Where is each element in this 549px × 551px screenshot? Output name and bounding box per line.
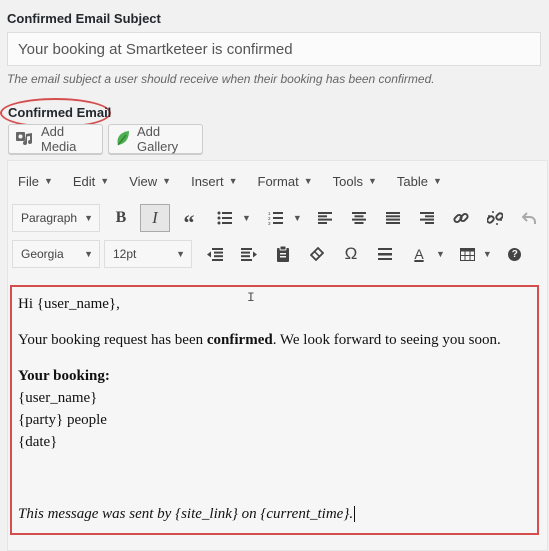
remove-link-button[interactable]: [480, 204, 510, 232]
subject-label: Confirmed Email Subject: [7, 11, 161, 26]
menu-format[interactable]: Format ▼: [248, 174, 323, 189]
clear-formatting-button[interactable]: [302, 240, 332, 268]
ibeam-cursor-icon: I: [247, 290, 255, 305]
bold-button[interactable]: B: [106, 204, 136, 232]
subject-input[interactable]: [7, 32, 541, 66]
help-button[interactable]: ?: [500, 240, 530, 268]
footer-line: This message was sent by {site_link} on …: [18, 506, 356, 522]
align-left-icon: [317, 212, 332, 224]
caret-down-icon: ▼: [162, 176, 172, 186]
add-media-button[interactable]: Add Media: [8, 124, 103, 154]
numbered-list-button[interactable]: 123: [261, 204, 291, 232]
align-center-button[interactable]: [344, 204, 374, 232]
table-icon: [460, 247, 476, 261]
caret-down-icon: ▼: [176, 249, 185, 259]
format-select[interactable]: Paragraph ▼: [12, 204, 100, 232]
special-character-button[interactable]: Ω: [336, 240, 366, 268]
caret-down-icon: ▼: [43, 176, 53, 186]
horizontal-line-button[interactable]: [370, 240, 400, 268]
text-color-icon: A: [414, 245, 424, 262]
undo-button[interactable]: [514, 204, 544, 232]
caret-down-icon: ▼: [228, 176, 238, 186]
eraser-icon: [310, 247, 324, 261]
leaf-icon: [115, 129, 131, 150]
outdent-icon: [207, 247, 223, 261]
subject-description: The email subject a user should receive …: [7, 72, 435, 86]
unlink-icon: [486, 211, 503, 225]
italic-button[interactable]: I: [140, 204, 170, 232]
caret-down-icon: ▼: [84, 213, 93, 223]
caret-down-icon: ▼: [432, 176, 442, 186]
caret-down-icon: ▼: [367, 176, 377, 186]
toolbar-row-1: Paragraph ▼ B I “ ▼ 123 ▼: [12, 203, 544, 235]
align-justify-icon: [385, 212, 400, 224]
greeting-line: Hi {user_name},: [18, 296, 120, 312]
caret-down-icon[interactable]: ▼: [436, 249, 445, 259]
toolbar-row-2: Georgia ▼ 12pt ▼ Ω A ▼ ▼ ?: [12, 239, 530, 269]
undo-icon: [521, 212, 536, 224]
menu-file[interactable]: File ▼: [8, 174, 63, 189]
quote-icon: “: [183, 210, 195, 235]
horizontal-line-icon: [378, 248, 392, 260]
align-right-icon: [419, 212, 434, 224]
add-media-label: Add Media: [41, 124, 77, 154]
field-user-name: {user_name}: [18, 390, 98, 406]
text-caret: [354, 506, 356, 522]
caret-down-icon: ▼: [303, 176, 313, 186]
paste-text-button[interactable]: [268, 240, 298, 268]
email-label: Confirmed Email: [8, 105, 112, 120]
add-gallery-label: Add Gallery: [137, 124, 179, 154]
font-family-select[interactable]: Georgia ▼: [12, 240, 100, 268]
align-center-icon: [351, 212, 366, 224]
menu-insert[interactable]: Insert ▼: [181, 174, 247, 189]
blockquote-button[interactable]: “: [174, 204, 204, 235]
caret-down-icon: ▼: [84, 249, 93, 259]
editor-menubar: File ▼ Edit ▼ View ▼ Insert ▼ Format ▼ Tools ▼…: [8, 166, 452, 196]
bullet-list-button[interactable]: [210, 204, 240, 232]
media-icon: [15, 129, 35, 150]
help-icon: ?: [508, 247, 522, 261]
insert-link-button[interactable]: [446, 204, 476, 232]
menu-tools[interactable]: Tools ▼: [323, 174, 387, 189]
caret-down-icon[interactable]: ▼: [483, 249, 492, 259]
menu-table[interactable]: Table ▼: [387, 174, 452, 189]
indent-icon: [241, 247, 257, 261]
caret-down-icon[interactable]: ▼: [293, 213, 302, 223]
clipboard-icon: [277, 246, 289, 262]
text-color-button[interactable]: A: [404, 240, 434, 268]
caret-down-icon[interactable]: ▼: [242, 213, 251, 223]
align-justify-button[interactable]: [378, 204, 408, 232]
outdent-button[interactable]: [200, 240, 230, 268]
field-party: {party} people: [18, 412, 107, 428]
caret-down-icon: ▼: [100, 176, 110, 186]
add-gallery-button[interactable]: Add Gallery: [108, 124, 203, 154]
link-icon: [453, 212, 469, 224]
field-date: {date}: [18, 434, 58, 450]
font-size-select[interactable]: 12pt ▼: [104, 240, 192, 268]
omega-icon: Ω: [344, 244, 358, 263]
align-right-button[interactable]: [412, 204, 442, 232]
bullet-list-icon: [217, 211, 232, 225]
numbered-list-icon: 123: [268, 211, 283, 225]
booking-heading: Your booking:: [18, 368, 110, 384]
menu-edit[interactable]: Edit ▼: [63, 174, 119, 189]
align-left-button[interactable]: [310, 204, 340, 232]
email-body-editor[interactable]: Hi {user_name}, Your booking request has…: [10, 285, 539, 535]
indent-button[interactable]: [234, 240, 264, 268]
confirmation-line: Your booking request has been confirmed.…: [18, 332, 501, 348]
svg-text:3: 3: [268, 221, 271, 225]
menu-view[interactable]: View ▼: [119, 174, 181, 189]
insert-table-button[interactable]: [453, 240, 483, 268]
